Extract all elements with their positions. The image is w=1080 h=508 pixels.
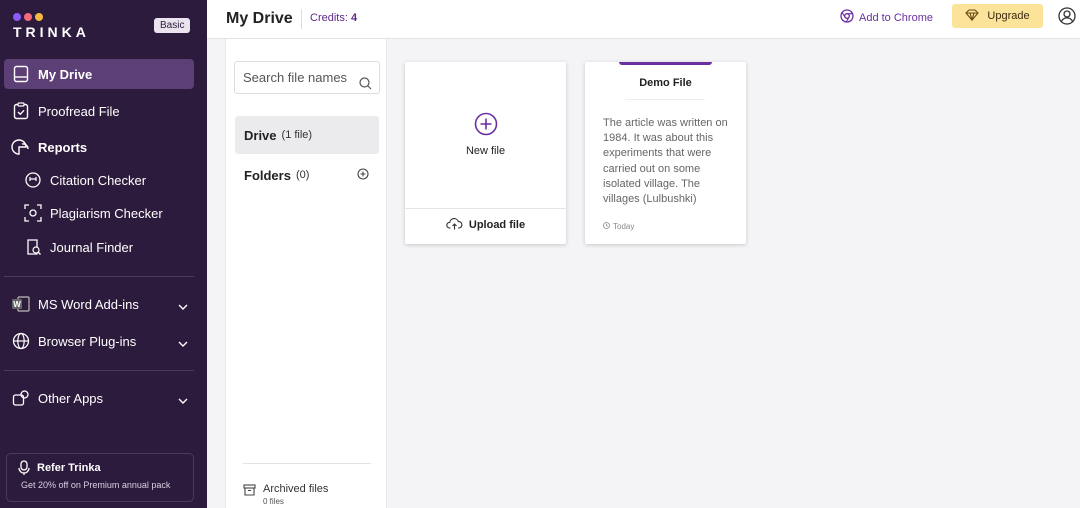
file-preview-text: The article was written on 1984. It was … (603, 117, 728, 206)
sidebar-item-label: Proofread File (38, 103, 120, 119)
archived-label: Archived files (263, 483, 329, 495)
file-card-demo[interactable]: Demo File The article was written on 198… (585, 62, 746, 244)
cloud-upload-icon (446, 217, 463, 233)
sidebar-item-ms-word-add-ins[interactable]: W MS Word Add-ins (4, 289, 194, 319)
folders-filter[interactable]: Folders (0) (235, 157, 379, 193)
sidebar-item-browser-plug-ins[interactable]: Browser Plug-ins (4, 326, 194, 356)
upgrade-button[interactable]: Upgrade (952, 4, 1043, 28)
top-header: My Drive Credits: 4 Add to Chrome Upgrad… (207, 0, 1080, 39)
sidebar-item-label: MS Word Add-ins (38, 296, 139, 312)
title-separator (301, 9, 302, 29)
upload-file-button[interactable]: Upload file (405, 217, 566, 233)
word-icon: W (11, 294, 31, 314)
card-separator (625, 99, 705, 100)
panel-divider (243, 463, 371, 464)
sidebar-item-reports[interactable]: Reports (4, 132, 194, 162)
sidebar-item-my-drive[interactable]: My Drive (4, 59, 194, 89)
file-name: Demo File (639, 77, 692, 89)
sidebar-item-label: Journal Finder (50, 239, 134, 255)
chevron-down-icon (178, 335, 188, 350)
chevron-down-icon (178, 392, 188, 407)
new-file-label: New file (465, 145, 506, 157)
sidebar-item-label: Other Apps (38, 390, 104, 406)
add-to-chrome-link[interactable]: Add to Chrome (840, 9, 933, 26)
new-file-button[interactable]: New file (405, 112, 566, 157)
new-file-card: New file Upload file (405, 62, 566, 244)
archive-icon (243, 484, 256, 499)
gift-mic-icon (17, 460, 31, 479)
search-box (234, 61, 380, 94)
sidebar-item-other-apps[interactable]: Other Apps (4, 383, 194, 413)
sidebar-item-label: Reports (38, 139, 88, 155)
drive-count: (1 file) (281, 129, 313, 141)
files-panel: Drive (1 file) Folders (0) Archived file… (225, 39, 387, 508)
folders-count: (0) (295, 169, 310, 181)
drive-filter[interactable]: Drive (1 file) (235, 116, 379, 154)
card-accent-bar (619, 62, 712, 65)
apps-icon (11, 388, 31, 408)
chevron-down-icon (178, 298, 188, 313)
sidebar-item-label: Citation Checker (50, 172, 147, 188)
drive-icon (11, 64, 31, 84)
plan-badge: Basic (154, 18, 191, 33)
credits: Credits: 4 (310, 12, 358, 24)
add-folder-icon[interactable] (357, 168, 369, 183)
clock-icon (603, 222, 610, 231)
trinka-logo[interactable]: TRINKA (13, 13, 90, 40)
credits-value: 4 (350, 12, 358, 24)
sidebar-item-label: Browser Plug-ins (38, 333, 137, 349)
sidebar-divider (4, 276, 194, 277)
refer-trinka-card[interactable]: Refer Trinka Get 20% off on Premium annu… (6, 453, 194, 502)
sidebar-item-label: My Drive (38, 66, 93, 82)
diamond-icon (965, 8, 980, 24)
page-title: My Drive (226, 10, 293, 27)
plagiarism-icon (23, 203, 43, 223)
file-date: Today (603, 222, 634, 231)
sidebar-item-proofread-file[interactable]: Proofread File (4, 96, 194, 126)
chrome-icon (840, 9, 854, 26)
logo-text: TRINKA (13, 24, 90, 40)
citation-icon (23, 170, 43, 190)
archived-files[interactable]: Archived files 0 files (243, 483, 328, 506)
archived-count: 0 files (263, 497, 284, 506)
refer-subtitle: Get 20% off on Premium annual pack (21, 480, 171, 490)
folders-label: Folders (244, 167, 291, 183)
sidebar-item-journal-finder[interactable]: Journal Finder (16, 232, 194, 262)
proofread-icon (11, 101, 31, 121)
sidebar-item-citation-checker[interactable]: Citation Checker (16, 165, 194, 195)
drive-label: Drive (244, 127, 277, 143)
logo-dots (13, 13, 90, 21)
refer-title: Refer Trinka (18, 460, 187, 475)
card-separator (405, 208, 566, 209)
search-icon[interactable] (359, 77, 372, 95)
sidebar: TRINKA Basic My Drive Proofread File Rep… (0, 0, 207, 508)
sidebar-divider (4, 370, 194, 371)
add-circle-icon (474, 112, 497, 136)
reports-icon (11, 137, 31, 157)
search-input[interactable] (235, 62, 355, 93)
globe-icon (11, 331, 31, 351)
journal-icon (23, 237, 43, 257)
sidebar-item-plagiarism-checker[interactable]: Plagiarism Checker (16, 198, 194, 228)
user-account-icon[interactable] (1058, 7, 1076, 30)
svg-text:W: W (13, 300, 21, 309)
sidebar-item-label: Plagiarism Checker (50, 205, 163, 221)
